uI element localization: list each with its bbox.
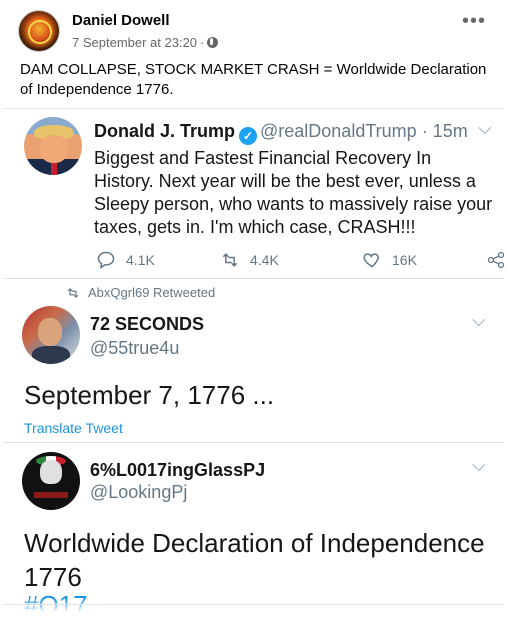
post-text: DAM COLLAPSE, STOCK MARKET CRASH = World… <box>20 61 487 98</box>
tweet-author-name-text: Donald J. Trump <box>94 121 236 141</box>
author-name[interactable]: Daniel Dowell <box>72 12 170 29</box>
tweet-body: Biggest and Fastest Financial Recovery I… <box>94 148 493 237</box>
retweet-count: 4.4K <box>250 252 279 268</box>
tweet2-author-name[interactable]: 72 SECONDS <box>90 314 204 335</box>
divider <box>4 442 504 443</box>
reply-icon <box>97 251 115 270</box>
retweet-line: AbxQgrl69 Retweeted <box>66 285 215 300</box>
retweeted-by[interactable]: AbxQgrl69 Retweeted <box>88 285 215 300</box>
meta-separator: · <box>200 35 205 50</box>
post-meta: 7 September at 23:20 · <box>72 35 219 50</box>
retweet-icon <box>67 287 79 298</box>
share-icon <box>487 251 505 269</box>
reply-button[interactable]: 4.1K <box>96 250 155 270</box>
retweet-icon <box>222 253 238 267</box>
tweet2-body: September 7, 1776 ... <box>24 380 275 410</box>
divider <box>4 278 504 279</box>
author-avatar[interactable] <box>18 10 60 52</box>
more-options-button[interactable]: ••• <box>462 11 486 31</box>
translate-tweet-link[interactable]: Translate Tweet <box>24 420 123 436</box>
tweet-time: · 15m <box>421 121 468 141</box>
tweet2-author-handle[interactable]: @55true4u <box>90 338 179 359</box>
trump-avatar[interactable] <box>24 117 82 175</box>
72seconds-avatar[interactable] <box>22 306 80 364</box>
globe-icon[interactable] <box>207 37 219 48</box>
reply-count: 4.1K <box>126 252 155 268</box>
like-icon <box>363 253 379 268</box>
tweet3-body: Worldwide Declaration of Independence 17… <box>24 528 485 592</box>
like-count: 16K <box>392 252 417 268</box>
tweet-author-name[interactable]: Donald J. Trump ✓ <box>94 121 258 145</box>
tweet-author-handle[interactable]: @realDonaldTrump · 15m <box>260 121 468 142</box>
share-button[interactable] <box>486 250 506 270</box>
chevron-down-icon[interactable]: ⌵ <box>478 118 492 139</box>
tweet-handle-text: @realDonaldTrump <box>260 121 417 141</box>
tweet3-author-name[interactable]: 6%L0017ingGlassPJ <box>90 460 265 481</box>
chevron-down-icon[interactable]: ⌵ <box>472 455 486 476</box>
post-timestamp[interactable]: 7 September at 23:20 <box>72 35 197 50</box>
tweet-actions: 4.1K 4.4K 16K <box>96 250 506 272</box>
tweet-card-trump: Donald J. Trump ✓ @realDonaldTrump · 15m … <box>4 108 506 278</box>
post-header: Daniel Dowell 7 September at 23:20 · ••• <box>0 0 508 58</box>
retweet-button[interactable]: 4.4K <box>220 250 279 270</box>
verified-icon: ✓ <box>239 127 258 145</box>
bottom-fade <box>0 598 508 619</box>
chevron-down-icon[interactable]: ⌵ <box>472 310 486 331</box>
divider <box>4 604 504 605</box>
tweet3-author-handle[interactable]: @LookingPj <box>90 482 187 503</box>
like-button[interactable]: 16K <box>362 250 417 270</box>
lookingglass-avatar[interactable] <box>22 452 80 510</box>
